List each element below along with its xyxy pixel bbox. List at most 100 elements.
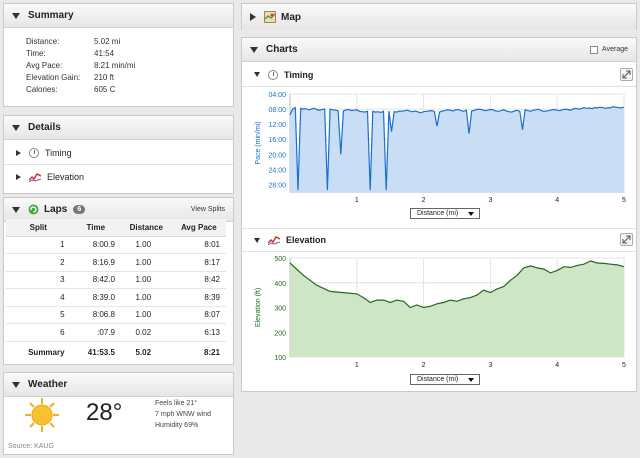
table-cell: 8:00.9 xyxy=(70,236,121,254)
weather-humidity: Humidity 69% xyxy=(155,422,199,429)
table-row: 6:07.9 0.02 6:13 xyxy=(6,323,226,342)
table-cell: 8:39 xyxy=(171,288,226,307)
table-cell: 1.00 xyxy=(120,253,172,272)
table-cell: 5.02 xyxy=(135,347,152,357)
collapse-arrow-icon[interactable] xyxy=(12,381,20,388)
table-cell: 6 xyxy=(6,323,71,342)
table-cell: 1.00 xyxy=(120,288,172,307)
table-cell: :07.9 xyxy=(70,323,121,342)
expand-arrow-icon[interactable] xyxy=(16,149,21,156)
x-tick-label: 2 xyxy=(422,197,426,204)
summary-label: Calories: xyxy=(26,85,58,94)
average-toggle[interactable]: Average xyxy=(590,45,628,54)
collapse-arrow-icon[interactable] xyxy=(250,46,258,53)
table-cell: 1 xyxy=(6,236,71,254)
x-tick-label: 4 xyxy=(555,197,559,204)
table-cell: 8:16.9 xyxy=(70,253,121,272)
details-item-timing[interactable]: Timing xyxy=(4,141,233,165)
y-tick-label: 16:00 xyxy=(268,137,286,144)
sun-icon xyxy=(25,398,59,432)
charts-header[interactable]: Charts Average xyxy=(242,38,636,62)
charts-title: Charts xyxy=(266,44,298,55)
map-title: Map xyxy=(281,11,301,23)
summary-label: Avg Pace: xyxy=(26,61,63,70)
expand-icon xyxy=(622,70,631,79)
y-axis-label: Pace (min/mi) xyxy=(255,121,262,164)
timing-chart-header[interactable]: Timing xyxy=(242,63,636,87)
weather-header[interactable]: Weather xyxy=(4,373,233,397)
table-cell: 8:17 xyxy=(171,253,226,272)
laps-column-header[interactable]: Avg Pace xyxy=(171,219,226,237)
laps-table: Split Time Distance Avg Pace 1 8:00.9 1.00 8:0… xyxy=(6,219,226,363)
elevation-chart-header[interactable]: Elevation xyxy=(242,228,636,252)
y-tick-label: 100 xyxy=(274,355,286,362)
laps-count-badge: 6 xyxy=(73,205,86,214)
timing-xaxis-select[interactable]: Distance (mi) xyxy=(410,208,480,219)
table-cell: 8:42.0 xyxy=(70,271,121,289)
table-cell: Summary xyxy=(28,347,65,357)
details-item-elevation[interactable]: Elevation xyxy=(4,165,233,189)
laps-column-header[interactable]: Time xyxy=(70,219,121,237)
table-cell: 4 xyxy=(6,288,71,307)
collapse-arrow-icon[interactable] xyxy=(254,237,260,243)
table-cell: 41:53.5 xyxy=(87,347,115,357)
laps-icon xyxy=(28,204,39,215)
elevation-xaxis-select[interactable]: Distance (mi) xyxy=(410,374,480,385)
laps-column-header[interactable]: Distance xyxy=(120,219,172,237)
collapse-arrow-icon[interactable] xyxy=(12,124,20,131)
details-header[interactable]: Details xyxy=(4,116,233,140)
y-tick-label: 12:00 xyxy=(268,122,286,129)
table-cell: 8:01 xyxy=(171,236,226,254)
table-row: 2 8:16.9 1.00 8:17 xyxy=(6,253,226,272)
table-cell: 8:07 xyxy=(171,306,226,324)
x-tick-label: 4 xyxy=(555,362,559,369)
laps-column-header[interactable]: Split xyxy=(6,219,71,237)
y-tick-label: 500 xyxy=(274,256,286,263)
table-cell: 3 xyxy=(6,271,71,289)
elevation-expand-button[interactable] xyxy=(620,233,633,246)
laps-summary-row: Summary 41:53.5 5.02 8:21 xyxy=(6,341,226,363)
x-tick-label: 5 xyxy=(622,197,626,204)
weather-title: Weather xyxy=(28,379,68,390)
summary-panel: Summary Distance: 5.02 mi Time: 41:54 Avg Pa… xyxy=(3,3,234,107)
table-row: 1 8:00.9 1.00 8:01 xyxy=(6,236,226,254)
average-checkbox[interactable] xyxy=(590,45,599,54)
expand-arrow-icon[interactable] xyxy=(16,174,21,180)
x-tick-label: 2 xyxy=(422,362,426,369)
summary-value: 605 C xyxy=(94,85,116,94)
expand-arrow-icon[interactable] xyxy=(250,13,256,21)
weather-panel: Weather 28° Feels like 21° 7 mph WNW win… xyxy=(3,372,234,455)
x-tick-label: 3 xyxy=(488,197,492,204)
collapse-arrow-icon[interactable] xyxy=(12,12,20,19)
summary-header[interactable]: Summary xyxy=(4,4,233,28)
summary-value: 41:54 xyxy=(94,49,115,58)
elevation-chart-title: Elevation xyxy=(286,235,327,245)
timing-xaxis-select-label: Distance (mi) xyxy=(417,210,459,217)
y-tick-label: 400 xyxy=(274,281,286,288)
collapse-arrow-icon[interactable] xyxy=(12,206,20,213)
details-panel: Details Timing Elevation xyxy=(3,115,234,194)
weather-temperature: 28° xyxy=(86,399,123,426)
charts-panel: Charts Average Timing 04:00 08:00 12:00 16:… xyxy=(241,37,637,392)
summary-label: Elevation Gain: xyxy=(26,73,81,82)
x-tick-label: 1 xyxy=(355,197,359,204)
map-panel: Map xyxy=(241,3,637,30)
x-tick-label: 5 xyxy=(622,362,626,369)
details-title: Details xyxy=(28,122,61,133)
table-cell: 0.02 xyxy=(120,323,172,342)
elevation-chart: 100 200 300 400 500 1 2 3 4 5 Elevation (ft) xyxy=(246,252,634,373)
clock-icon xyxy=(29,147,39,158)
y-tick-label: 08:00 xyxy=(268,107,286,114)
chevron-down-icon xyxy=(468,212,474,216)
collapse-arrow-icon[interactable] xyxy=(254,72,260,77)
map-header[interactable]: Map xyxy=(242,4,636,30)
view-splits-link[interactable]: View Splits xyxy=(191,206,225,213)
table-row: 5 8:06.8 1.00 8:07 xyxy=(6,306,226,324)
table-cell: 2 xyxy=(6,253,71,272)
map-icon xyxy=(264,11,276,23)
weather-wind: 7 mph WNW wind xyxy=(155,411,212,418)
summary-value: 8:21 min/mi xyxy=(94,61,136,70)
pace-chart: 04:00 08:00 12:00 16:00 20:00 24:00 28:00 1 2 3 4 5… xyxy=(246,88,634,208)
details-item-label: Elevation xyxy=(47,172,85,182)
timing-expand-button[interactable] xyxy=(620,68,633,81)
